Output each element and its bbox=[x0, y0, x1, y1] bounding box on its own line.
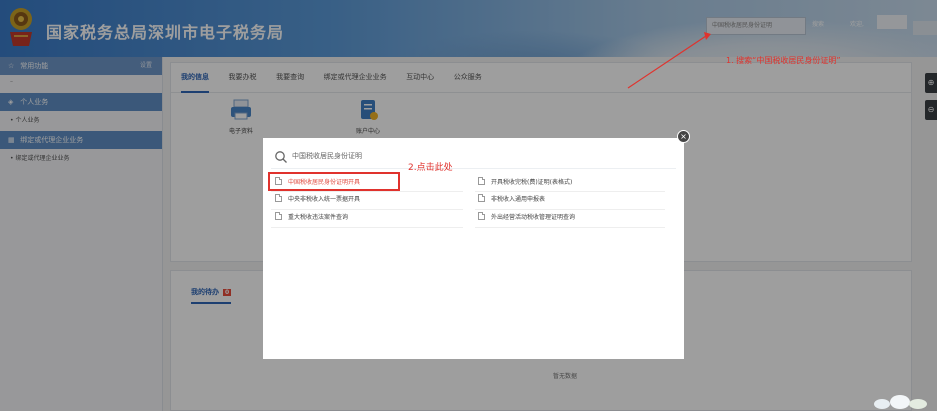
result-label: 非税收入通用申报表 bbox=[491, 196, 546, 203]
result-tax-payment-certificate[interactable]: 开具税收完税(费)证明(表格式) bbox=[478, 177, 572, 189]
result-violation-query[interactable]: 重大税收违法案件查询 bbox=[275, 212, 348, 224]
divider bbox=[475, 191, 665, 192]
result-label: 中央非税收入统一票据开具 bbox=[288, 196, 361, 203]
file-icon bbox=[275, 212, 282, 220]
file-icon bbox=[275, 194, 282, 202]
file-icon bbox=[478, 212, 485, 220]
divider bbox=[475, 209, 665, 210]
search-icon bbox=[275, 151, 287, 163]
file-icon bbox=[478, 177, 485, 185]
highlight-box-result bbox=[268, 172, 400, 191]
annotation-step-2: 2.点击此处 bbox=[408, 163, 453, 173]
result-nontax-receipt[interactable]: 中央非税收入统一票据开具 bbox=[275, 194, 360, 206]
result-nontax-declaration[interactable]: 非税收入通用申报表 bbox=[478, 194, 545, 206]
result-label: 外出经营活动税收管理证明查询 bbox=[491, 214, 576, 221]
divider bbox=[475, 227, 665, 228]
modal-search-bar[interactable]: 中国税收居民身份证明 bbox=[271, 143, 676, 169]
divider bbox=[271, 227, 463, 228]
modal-search-query: 中国税收居民身份证明 bbox=[292, 152, 362, 160]
modal-close-button[interactable]: × bbox=[677, 130, 690, 143]
divider bbox=[271, 209, 463, 210]
result-label: 重大税收违法案件查询 bbox=[288, 214, 349, 221]
result-label: 开具税收完税(费)证明(表格式) bbox=[491, 179, 573, 186]
close-icon: × bbox=[680, 132, 687, 141]
result-outbound-business-query[interactable]: 外出经营活动税收管理证明查询 bbox=[478, 212, 575, 224]
file-icon bbox=[478, 194, 485, 202]
divider bbox=[271, 191, 463, 192]
annotation-step-1: 1. 搜索“中国税收居民身份证明” bbox=[726, 56, 841, 65]
cloud-decoration-icon bbox=[874, 395, 927, 409]
